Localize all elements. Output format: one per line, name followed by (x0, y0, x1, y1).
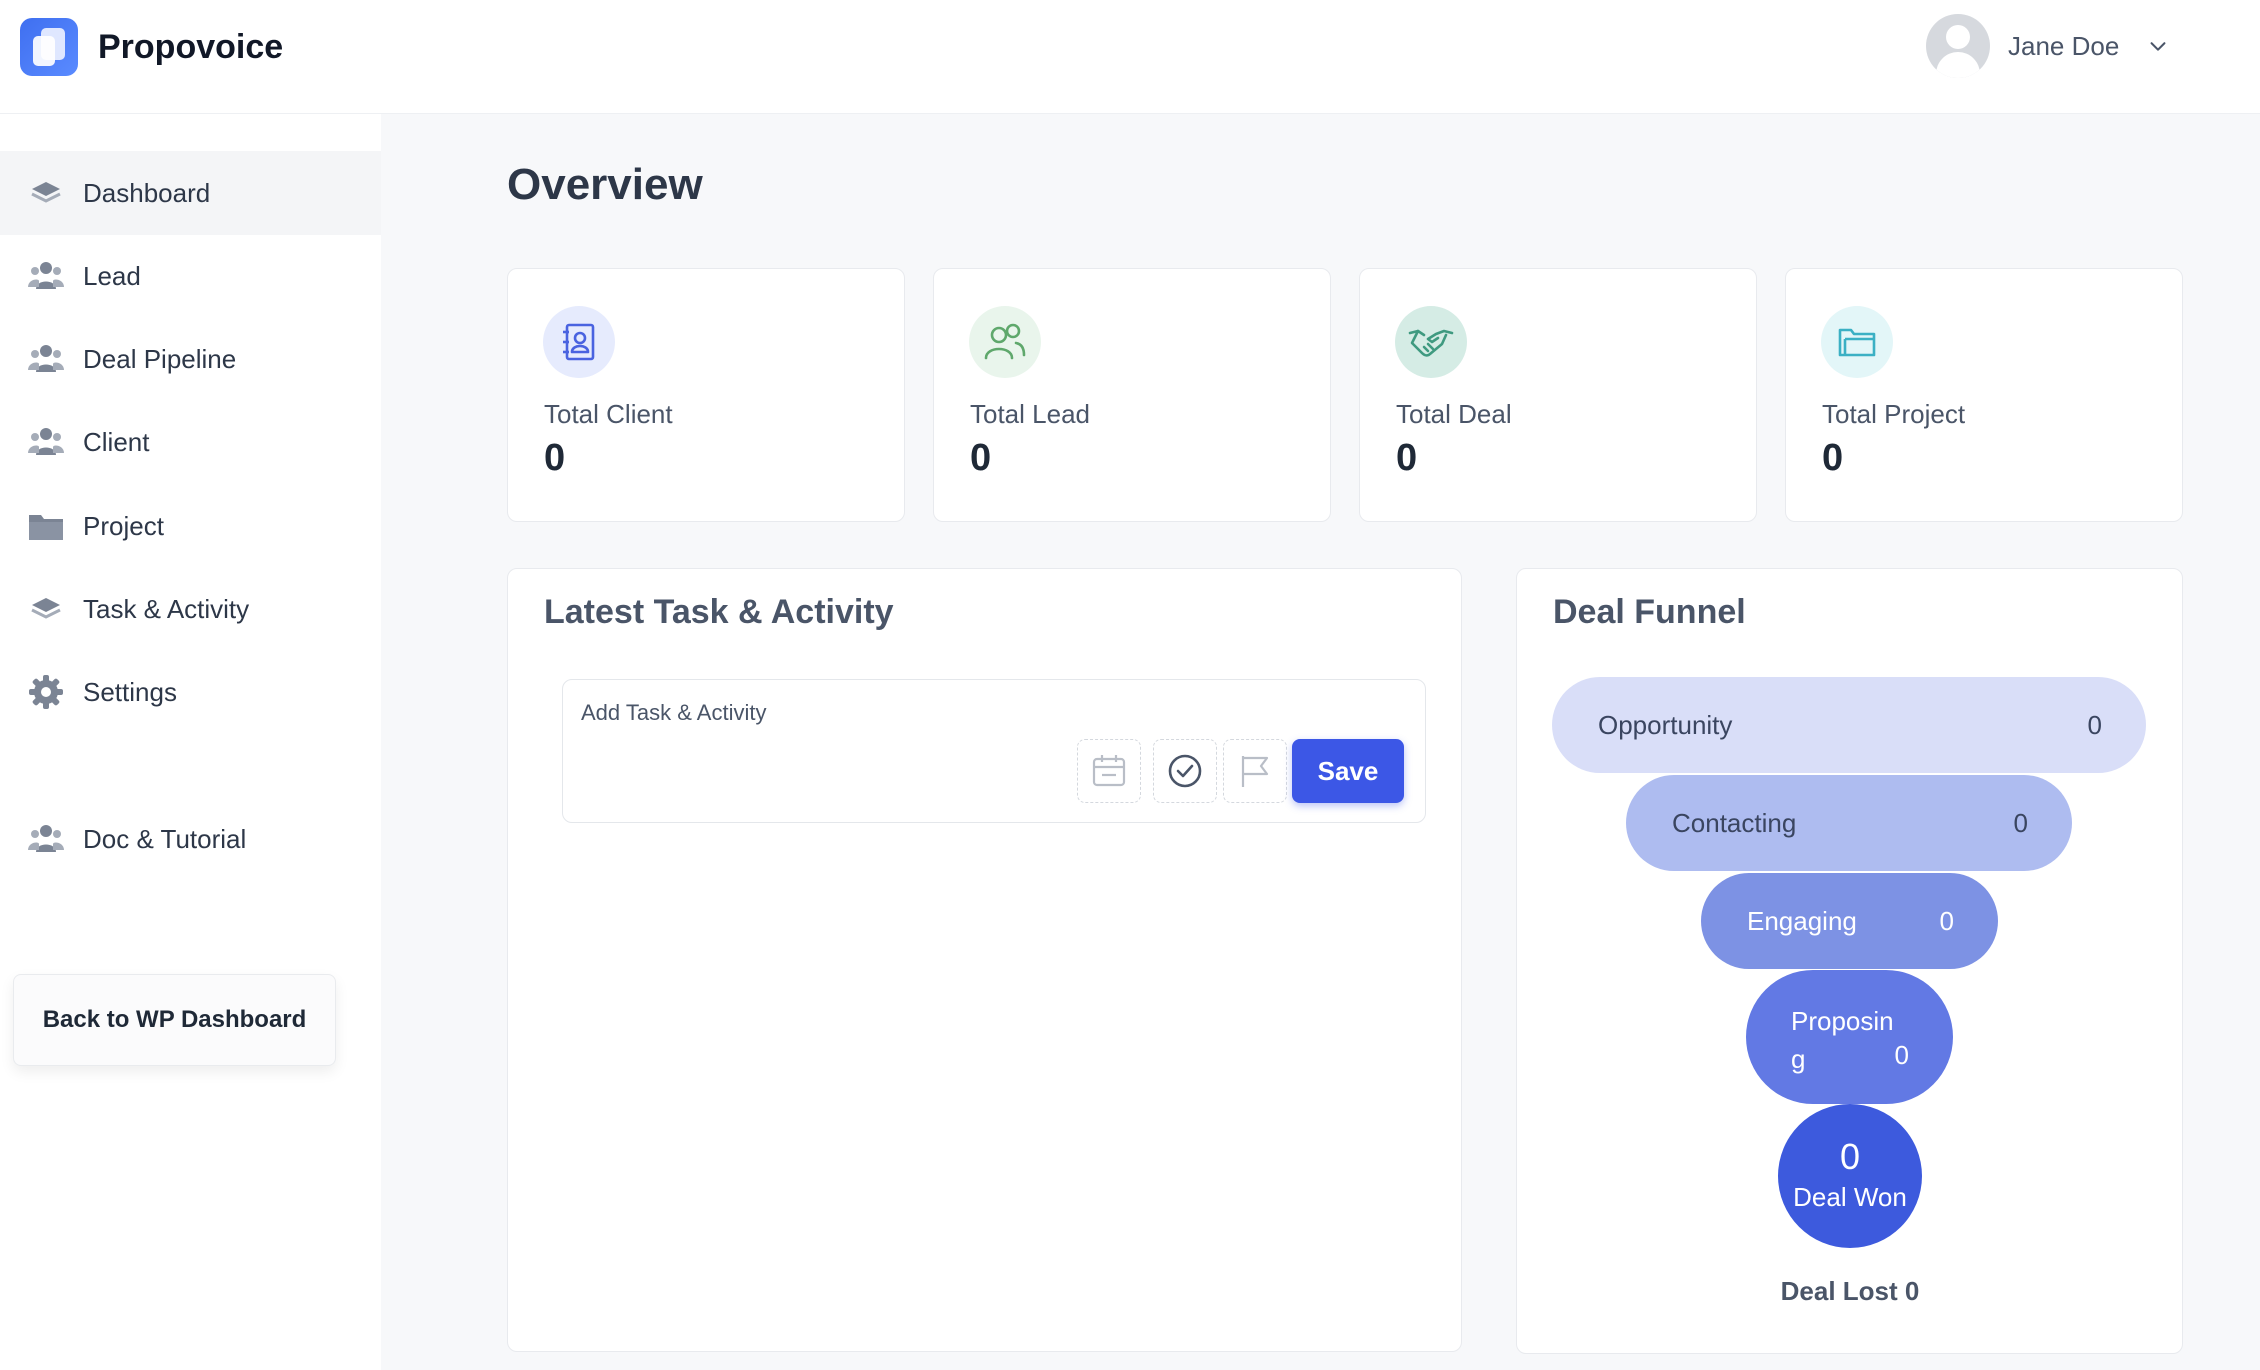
funnel-stage-deal-won[interactable]: 0 Deal Won (1778, 1104, 1922, 1248)
stat-label: Total Client (544, 399, 673, 429)
sidebar-item-label: Dashboard (83, 177, 211, 208)
layers-icon (28, 175, 64, 211)
users-icon (28, 341, 64, 377)
user-name[interactable]: Jane Doe (2008, 31, 2119, 62)
task-composer: Save (562, 679, 1426, 823)
sidebar-item-doc-tutorial[interactable]: Doc & Tutorial (0, 797, 381, 881)
users-icon (969, 306, 1041, 378)
sidebar-item-client[interactable]: Client (0, 400, 381, 484)
sidebar-item-lead[interactable]: Lead (0, 234, 381, 318)
funnel-stage-opportunity[interactable]: Opportunity 0 (1552, 677, 2146, 773)
stat-value: 0 (1396, 437, 1418, 479)
stat-card-total-lead: Total Lead 0 (933, 268, 1331, 522)
stat-label: Total Deal (1396, 399, 1512, 429)
stage-value: 0 (2087, 709, 2102, 740)
stage-label: Engaging (1747, 905, 1857, 936)
sidebar-item-settings[interactable]: Settings (0, 650, 381, 734)
gear-icon (28, 674, 64, 710)
stage-value: 0 (2013, 807, 2028, 838)
panel-title: Deal Funnel (1553, 593, 1746, 631)
sidebar-item-label: Deal Pipeline (83, 343, 237, 374)
panel-title: Latest Task & Activity (544, 593, 894, 631)
folder-icon (1821, 306, 1893, 378)
check-circle-icon (1168, 754, 1202, 788)
stat-label: Total Project (1822, 399, 1966, 429)
stage-label: Contacting (1672, 807, 1797, 838)
deal-won-label: Deal Won (1793, 1182, 1907, 1212)
users-icon (28, 424, 64, 460)
stat-card-total-client: Total Client 0 (507, 268, 905, 522)
stat-card-total-deal: Total Deal 0 (1359, 268, 1757, 522)
deal-lost-label: Deal Lost (1780, 1276, 1898, 1306)
task-activity-panel: Latest Task & Activity Save (507, 568, 1462, 1352)
sidebar-item-label: Settings (83, 676, 177, 707)
task-input[interactable] (581, 700, 1081, 726)
mark-complete-button[interactable] (1153, 739, 1217, 803)
deal-lost-value: 0 (1904, 1276, 1920, 1306)
funnel-stage-engaging[interactable]: Engaging 0 (1701, 873, 1998, 969)
stage-label: Proposing (1791, 1006, 1894, 1074)
sidebar-item-deal-pipeline[interactable]: Deal Pipeline (0, 317, 381, 401)
folder-icon (28, 508, 64, 544)
sidebar-item-dashboard[interactable]: Dashboard (0, 151, 381, 235)
contact-book-icon (543, 306, 615, 378)
date-picker-button[interactable] (1077, 739, 1141, 803)
sidebar-item-label: Project (83, 510, 164, 541)
users-icon (28, 821, 64, 857)
deal-won-value: 0 (1839, 1136, 1861, 1177)
sidebar-item-label: Doc & Tutorial (83, 823, 247, 854)
app-logo-icon (20, 18, 78, 76)
sidebar-item-label: Lead (83, 260, 141, 291)
layers-icon (28, 591, 64, 627)
back-to-wp-dashboard-button[interactable]: Back to WP Dashboard (13, 974, 336, 1066)
chevron-down-icon[interactable] (2147, 35, 2169, 57)
page-title: Overview (507, 160, 703, 209)
stage-value: 0 (1894, 1040, 1909, 1070)
stat-label: Total Lead (970, 399, 1090, 429)
funnel-stage-contacting[interactable]: Contacting 0 (1626, 775, 2072, 871)
sidebar-item-label: Client (83, 426, 150, 457)
sidebar-item-project[interactable]: Project (0, 484, 381, 568)
stage-value: 0 (1939, 905, 1954, 936)
flag-icon (1241, 756, 1269, 787)
deal-lost: Deal Lost 0 (1700, 1276, 2000, 1307)
app-name: Propovoice (98, 27, 284, 66)
avatar[interactable] (1926, 14, 1990, 78)
save-button[interactable]: Save (1292, 739, 1404, 803)
user-menu[interactable]: Jane Doe (1926, 14, 2169, 78)
stat-value: 0 (1822, 437, 1844, 479)
stage-label: Opportunity (1598, 709, 1733, 740)
sidebar-item-label: Task & Activity (83, 593, 250, 624)
brand[interactable]: Propovoice (20, 18, 283, 76)
priority-flag-button[interactable] (1223, 739, 1287, 803)
sidebar-item-task-activity[interactable]: Task & Activity (0, 567, 381, 651)
stat-value: 0 (970, 437, 992, 479)
calendar-icon (1092, 755, 1126, 787)
users-icon (28, 258, 64, 294)
stat-value: 0 (544, 437, 566, 479)
funnel-stage-proposing[interactable]: Proposing 0 (1746, 970, 1953, 1104)
sidebar: Dashboard Lead Deal Pipeline Client Proj… (0, 114, 381, 1370)
handshake-icon (1395, 306, 1467, 378)
stat-card-total-project: Total Project 0 (1785, 268, 2183, 522)
top-bar: Propovoice Jane Doe (0, 0, 2260, 114)
